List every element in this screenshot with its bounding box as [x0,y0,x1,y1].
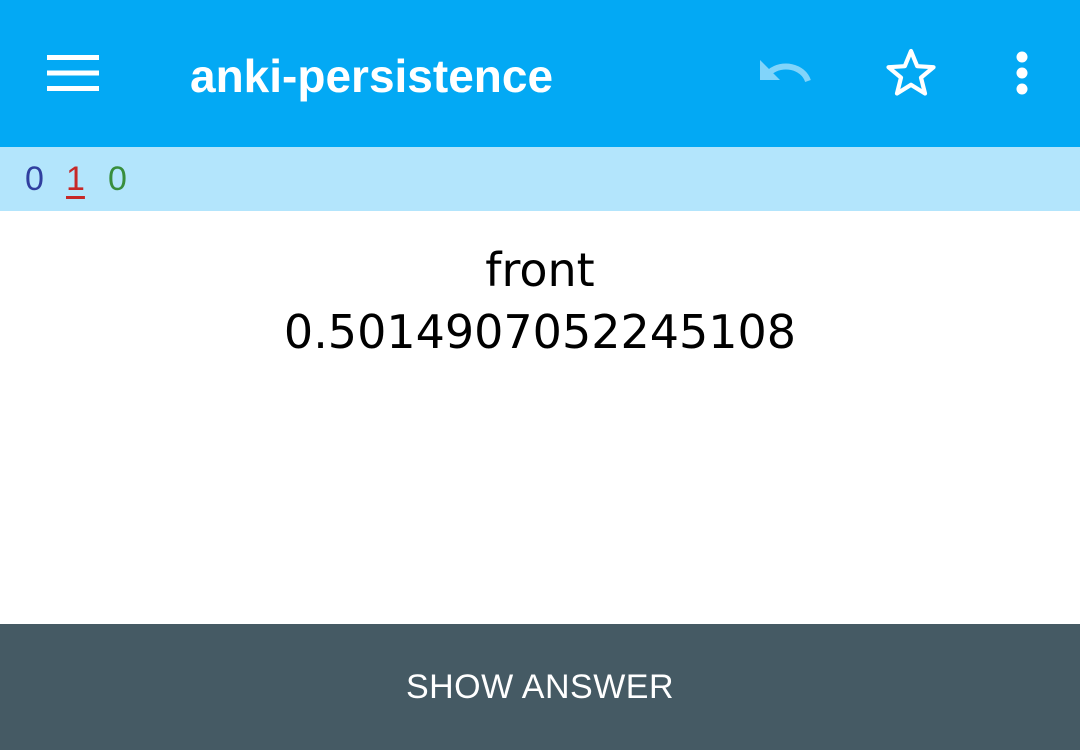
card-front-label: front [485,243,595,297]
learn-count: 1 [66,160,85,198]
show-answer-label: SHOW ANSWER [405,667,675,706]
deck-title: anki-persistence [190,50,554,102]
reviewer-screen: anki-persistence 0 1 0 front 0.501490705… [0,0,1080,750]
review-count: 0 [108,160,127,198]
card-content: front 0.5014907052245108 [0,211,1080,624]
more-vert-icon [1016,51,1028,95]
star-outline-icon [886,48,936,96]
undo-button[interactable] [737,24,835,122]
show-answer-button[interactable]: SHOW ANSWER [0,624,1080,750]
new-count: 0 [25,160,44,198]
toolbar: anki-persistence [0,0,1080,147]
card-value: 0.5014907052245108 [283,305,797,359]
overflow-menu-button[interactable] [973,24,1071,122]
undo-icon [760,60,811,83]
mark-card-button[interactable] [862,24,960,122]
card-counts-bar: 0 1 0 [0,147,1080,211]
hamburger-menu-icon [47,55,99,91]
navigation-menu-button[interactable] [24,24,122,122]
